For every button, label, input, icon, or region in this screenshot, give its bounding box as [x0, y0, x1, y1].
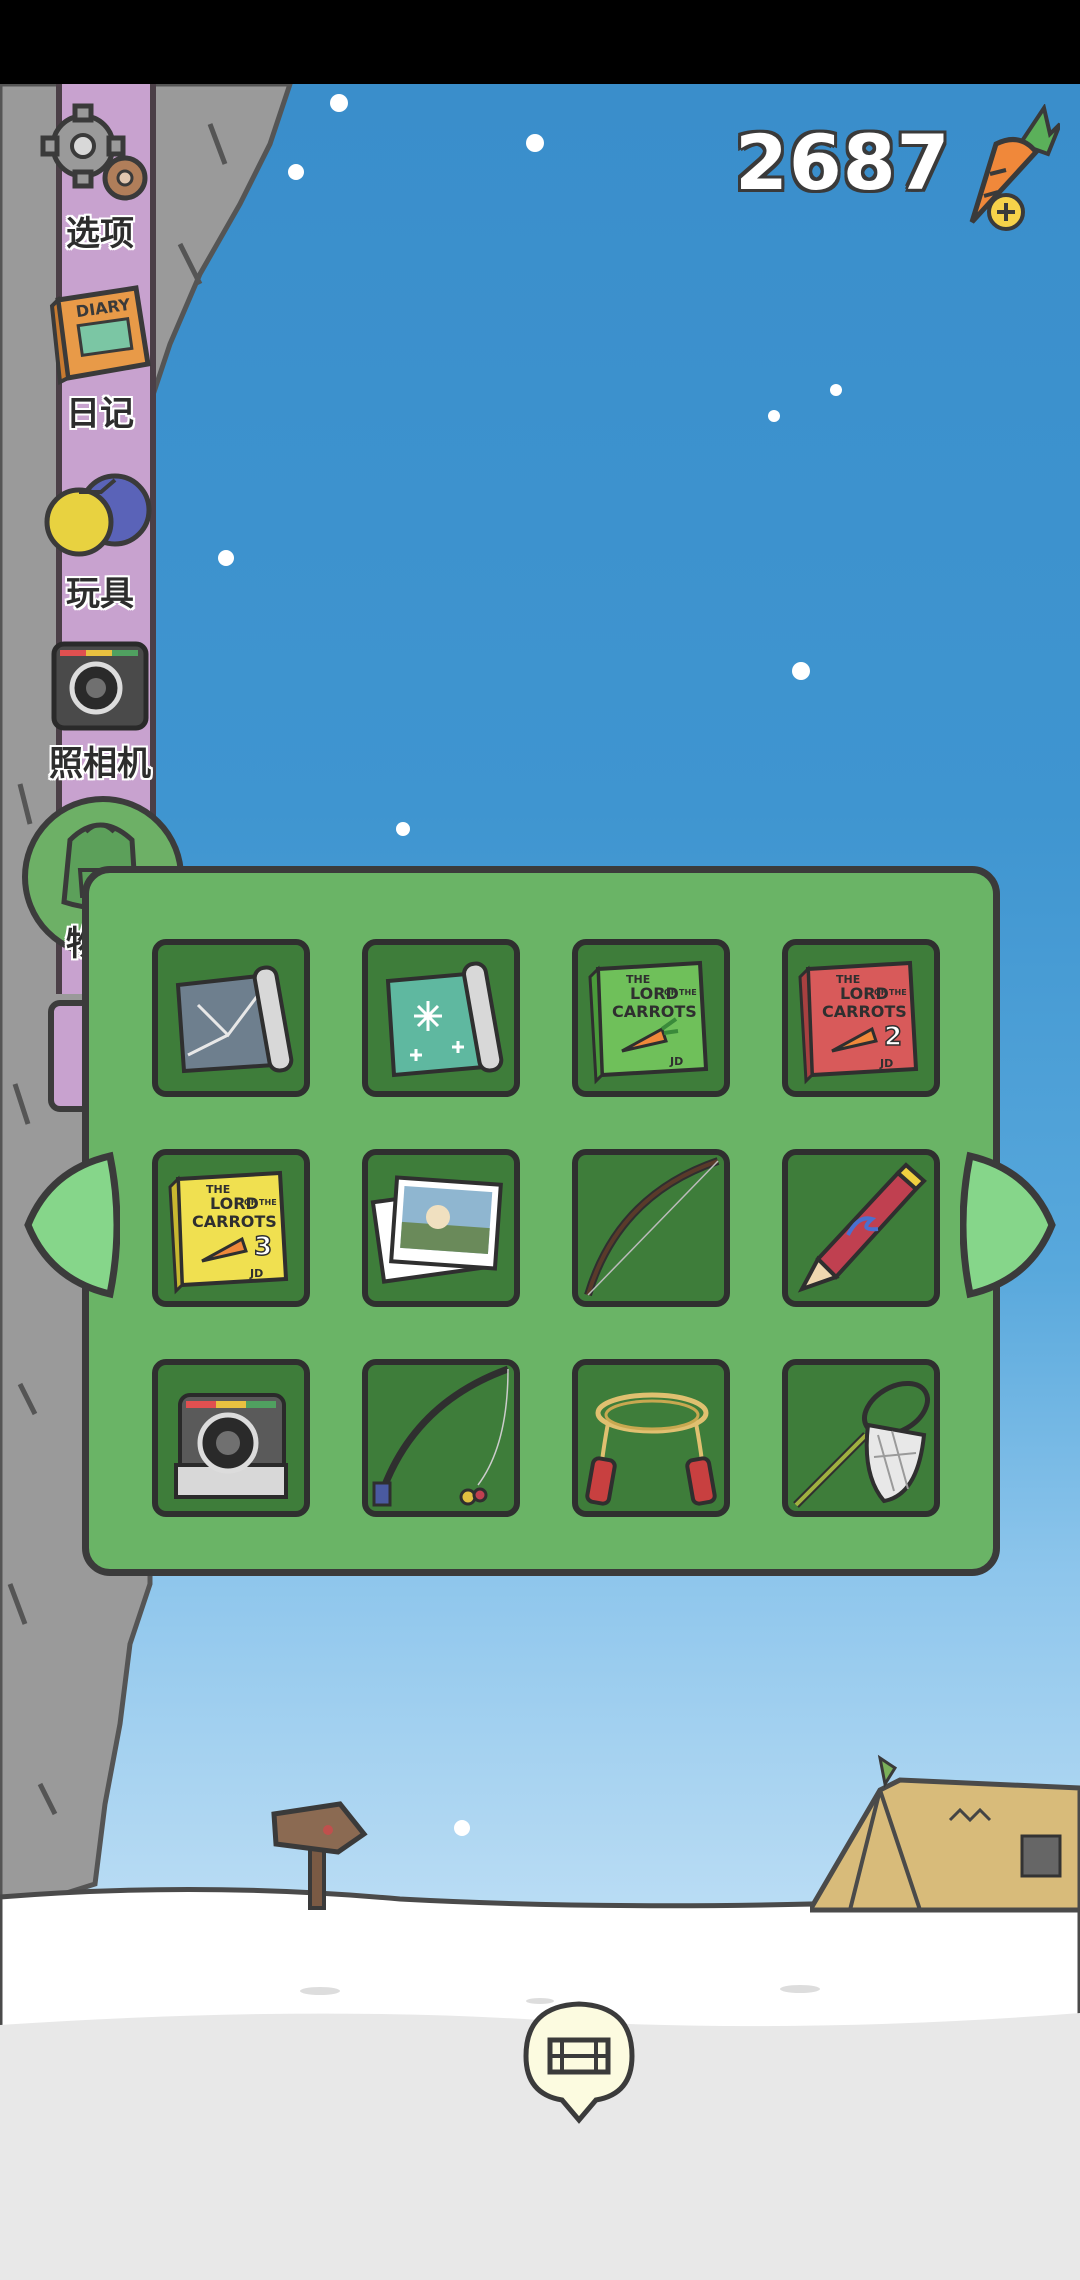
sidebar-item-label: 玩具 [66, 574, 134, 614]
snowflake [526, 134, 544, 152]
book-title-of-the: OF THE [874, 988, 907, 997]
book-title-carrots: CARROTS [822, 1002, 907, 1021]
camera-icon [51, 641, 149, 731]
inventory-slot-camera[interactable] [152, 1359, 310, 1517]
bow-icon [584, 1157, 720, 1297]
home-icon[interactable] [522, 2000, 636, 2124]
sidebar-item-toys[interactable]: 玩具 [20, 460, 180, 615]
arrow-left-icon[interactable] [20, 1150, 120, 1300]
snowflake [830, 384, 842, 396]
book-author: JD [249, 1267, 263, 1280]
camera-icon [174, 1393, 288, 1499]
tent [810, 1754, 1080, 1913]
gear-icon [40, 103, 148, 201]
inventory-slot-bug-net[interactable] [782, 1359, 940, 1517]
snowflake [330, 94, 348, 112]
fishing-rod-icon [372, 1365, 510, 1507]
signpost [271, 1801, 368, 1910]
jump-rope-icon [585, 1392, 717, 1506]
inventory-panel: THE LORD OF THE CARROTS JD THE LORD OF T… [82, 866, 1000, 1576]
snowflake [454, 1820, 470, 1836]
status-bar [0, 0, 1080, 84]
sidebar-item-diary[interactable]: DIARY 日记 [20, 280, 180, 435]
book-icon: THE LORD OF THE CARROTS 2 JD [798, 960, 919, 1085]
sidebar-item-label: 照相机 [49, 744, 151, 784]
sidebar-item-camera[interactable]: 照相机 [20, 630, 180, 785]
book-author: JD [879, 1057, 893, 1070]
book-volume-number: 2 [884, 1022, 902, 1052]
book-title-of-the: OF THE [664, 988, 697, 997]
snowflake [768, 410, 780, 422]
inventory-slot-book-red[interactable]: THE LORD OF THE CARROTS 2 JD [782, 939, 940, 1097]
book-title-of-the: OF THE [244, 1198, 277, 1207]
inventory-slot-photos[interactable] [362, 1149, 520, 1307]
arrow-right-icon[interactable] [960, 1150, 1060, 1300]
book-volume-number: 3 [254, 1232, 272, 1262]
snowflake [396, 822, 410, 836]
photos-icon [370, 1175, 503, 1284]
sidebar-item-label: 选项 [66, 214, 134, 254]
pencil-icon [797, 1162, 927, 1293]
carrot-count: 2687 [735, 118, 951, 207]
bug-net-icon [793, 1380, 930, 1508]
snowflake [792, 662, 810, 680]
diary-icon: DIARY [49, 285, 151, 386]
map-scroll-icon [175, 965, 294, 1074]
inventory-slot-snow-map[interactable] [362, 939, 520, 1097]
book-title-carrots: CARROTS [192, 1212, 277, 1231]
inventory-slot-pencil[interactable] [782, 1149, 940, 1307]
book-icon: THE LORD OF THE CARROTS JD [588, 960, 709, 1085]
book-title-carrots: CARROTS [612, 1002, 697, 1021]
inventory-slot-book-yellow[interactable]: THE LORD OF THE CARROTS 3 JD [152, 1149, 310, 1307]
inventory-slot-bow[interactable] [572, 1149, 730, 1307]
sidebar-item-options[interactable]: 选项 [20, 100, 180, 255]
book-icon: THE LORD OF THE CARROTS 3 JD [168, 1170, 289, 1295]
carrot-add-icon[interactable] [950, 104, 1060, 234]
sidebar-item-label: 日记 [66, 394, 134, 434]
inventory-slot-jump-rope[interactable] [572, 1359, 730, 1517]
inventory-slot-map[interactable] [152, 939, 310, 1097]
inventory-slot-fishing-rod[interactable] [362, 1359, 520, 1517]
snow-scroll-icon [385, 961, 504, 1078]
inventory-slot-book-green[interactable]: THE LORD OF THE CARROTS JD [572, 939, 730, 1097]
toys-icon [44, 473, 152, 557]
book-author: JD [669, 1055, 683, 1068]
